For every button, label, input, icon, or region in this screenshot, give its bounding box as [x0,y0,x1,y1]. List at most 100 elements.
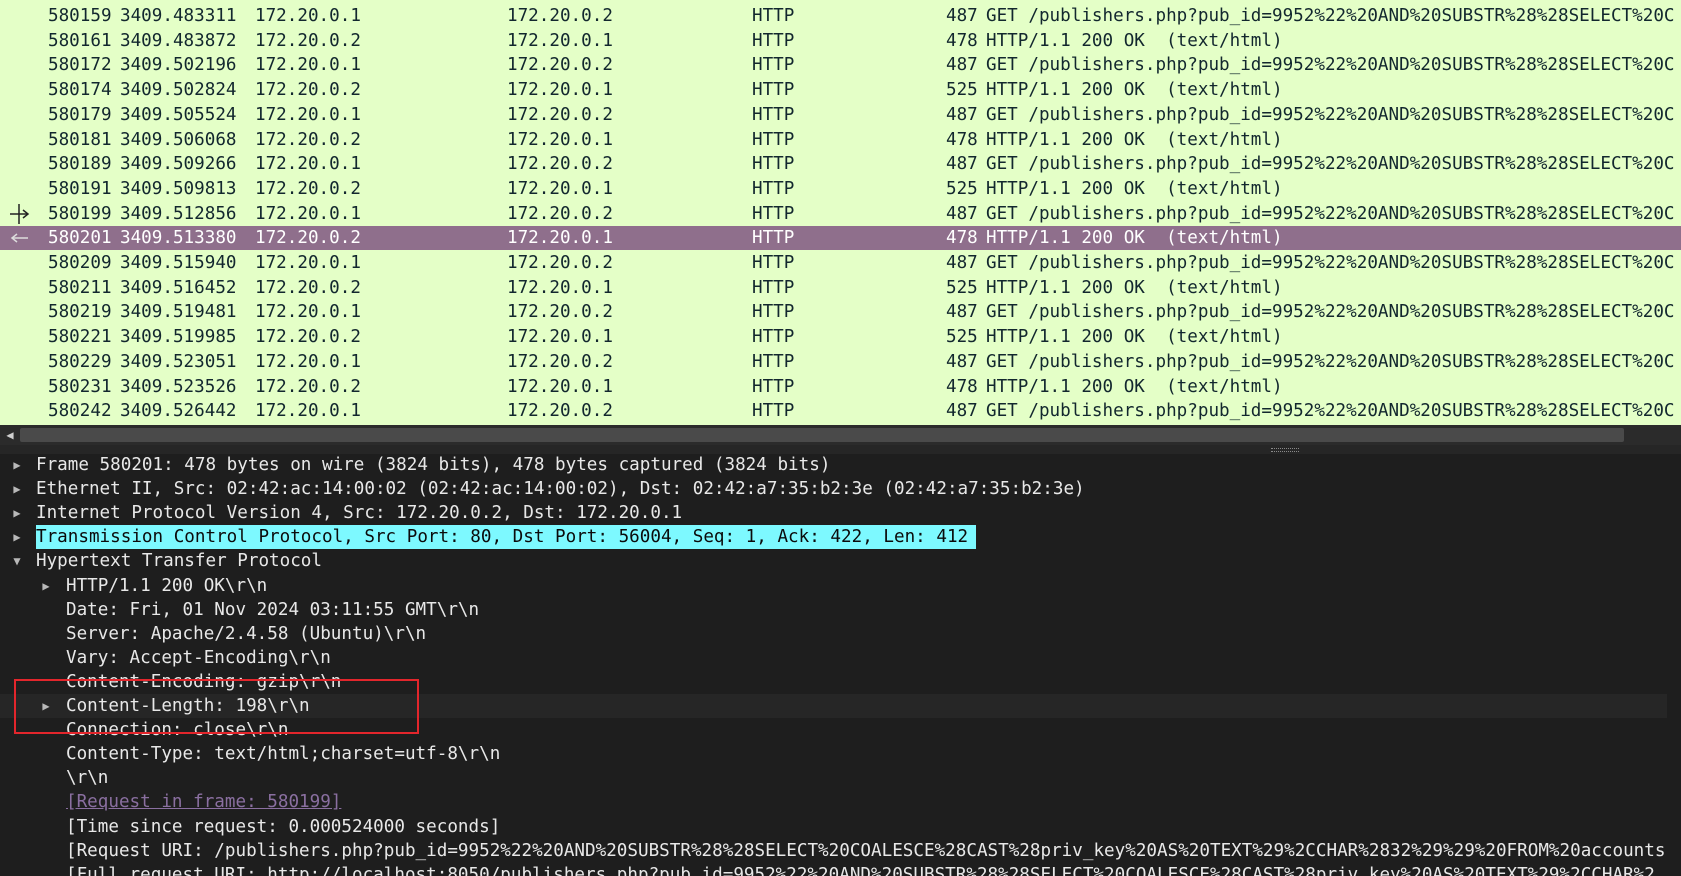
packet-row[interactable]: 580231 3409.523526 172.20.0.2 172.20.0.1 HTT… [0,375,1681,399]
packet-row[interactable]: 580189 3409.509266 172.20.0.1 172.20.0.2 HTT… [0,152,1681,176]
packet-cell-src: 172.20.0.1 [255,253,361,273]
packet-cell-src: 172.20.0.2 [255,178,361,199]
splitter-grip-icon[interactable] [1271,448,1299,452]
tree-item-label: Ethernet II, Src: 02:42:ac:14:00:02 (02:… [36,479,1085,500]
packet-cell-dst: 172.20.0.1 [507,30,613,51]
packet-cell-no: 580219 [48,302,112,323]
tree-item[interactable]: Date: Fri, 01 Nov 2024 03:11:55 GMT\r\n [0,598,1681,622]
packet-row[interactable]: 580161 3409.483872 172.20.0.2 172.20.0.1 HTT… [0,29,1681,53]
packet-cell-time: 3409.513380 [120,228,237,249]
packet-cell-dst: 172.20.0.1 [507,277,613,298]
packet-cell-proto: HTTP [752,228,795,249]
packet-cell-len: 478 [946,129,978,150]
packet-row[interactable]: 580172 3409.502196 172.20.0.1 172.20.0.2 HTT… [0,53,1681,77]
packet-cell-dst: 172.20.0.1 [507,228,613,249]
packet-row[interactable]: 580211 3409.516452 172.20.0.2 172.20.0.1 HTT… [0,276,1681,300]
scroll-left-arrow-icon[interactable]: ◀ [2,427,18,443]
packet-row[interactable]: 580221 3409.519985 172.20.0.2 172.20.0.1 HTT… [0,325,1681,349]
packet-cell-src: 172.20.0.1 [255,154,361,175]
tree-item-label: Date: Fri, 01 Nov 2024 03:11:55 GMT\r\n [66,599,480,620]
tree-item-label: [Time since request: 0.000524000 seconds… [66,816,501,837]
packet-row[interactable]: 580179 3409.505524 172.20.0.1 172.20.0.2 HTT… [0,103,1681,127]
packet-cell-no: 580181 [48,129,112,150]
tree-item-label: [Full request URI: http://localhost:8050… [66,864,1655,876]
tree-item[interactable]: ▶ Content-Length: 198\r\n [0,694,1681,718]
tree-item[interactable]: Connection: close\r\n [0,718,1681,742]
tree-item-label: Transmission Control Protocol, Src Port:… [36,525,977,550]
request-frame-link[interactable]: [Request in frame: 580199] [66,790,341,814]
tree-item[interactable]: \r\n [0,766,1681,790]
tree-item-label: Content-Type: text/html;charset=utf-8\r\… [66,744,501,765]
packet-list-horizontal-scrollbar[interactable]: ◀ [0,425,1681,445]
packet-cell-len: 525 [946,178,978,199]
tree-item[interactable]: ▼ Hypertext Transfer Protocol [0,549,1681,573]
expand-arrow-icon[interactable]: ▶ [9,501,25,525]
packet-cell-proto: HTTP [752,302,795,323]
packet-cell-len: 487 [946,203,978,224]
packet-cell-dst: 172.20.0.1 [507,80,613,101]
tree-item[interactable]: ▶ Frame 580201: 478 bytes on wire (3824 b… [0,454,1681,477]
tree-item[interactable]: ▶ Internet Protocol Version 4, Src: 172.2… [0,501,1681,525]
packet-cell-src: 172.20.0.1 [255,55,361,76]
packet-cell-no: 580209 [48,253,112,273]
packet-row[interactable]: 580242 3409.526442 172.20.0.1 172.20.0.2 HTT… [0,399,1681,423]
packet-row[interactable]: 580159 3409.483311 172.20.0.1 172.20.0.2 HTT… [0,4,1681,28]
tree-item-label: Server: Apache/2.4.58 (Ubuntu)\r\n [66,623,427,644]
packet-cell-proto: HTTP [752,154,795,175]
tree-item-label: [Request URI: /publishers.php?pub_id=995… [66,840,1666,861]
tree-item[interactable]: [Time since request: 0.000524000 seconds… [0,815,1681,839]
packet-cell-proto: HTTP [752,351,795,372]
expand-arrow-icon[interactable]: ▶ [38,694,54,718]
scrollbar-thumb[interactable] [20,428,1624,442]
tree-item-label: HTTP/1.1 200 OK\r\n [66,575,268,596]
tree-item[interactable]: Content-Type: text/html;charset=utf-8\r\… [0,742,1681,766]
details-vertical-scrollbar[interactable] [1667,454,1681,876]
packet-cell-len: 487 [946,6,978,26]
packet-row[interactable]: 580201 3409.513380 172.20.0.2 172.20.0.1 HTT… [0,226,1681,251]
packet-list[interactable]: 580159 3409.483311 172.20.0.1 172.20.0.2 HTT… [0,0,1681,425]
wireshark-window: 580159 3409.483311 172.20.0.1 172.20.0.2 HTT… [0,0,1681,876]
expand-arrow-icon[interactable]: ▶ [9,477,25,501]
packet-cell-len: 525 [946,327,978,348]
packet-cell-proto: HTTP [752,129,795,150]
expand-arrow-icon[interactable]: ▶ [9,454,25,477]
packet-cell-no: 580242 [48,401,112,422]
packet-row[interactable]: 580174 3409.502824 172.20.0.2 172.20.0.1 HTT… [0,78,1681,102]
packet-cell-proto: HTTP [752,6,795,26]
tree-item[interactable]: Content-Encoding: gzip\r\n [0,670,1681,694]
tree-item[interactable]: ▶ Transmission Control Protocol, Src Port… [0,525,1681,550]
pane-splitter[interactable] [0,445,1681,454]
tree-item[interactable]: Vary: Accept-Encoding\r\n [0,646,1681,670]
packet-cell-len: 487 [946,55,978,76]
packet-row[interactable]: 580181 3409.506068 172.20.0.2 172.20.0.1 HTT… [0,128,1681,152]
packet-cell-dst: 172.20.0.2 [507,154,613,175]
packet-cell-time: 3409.516452 [120,277,237,298]
packet-row[interactable]: 580209 3409.515940 172.20.0.1 172.20.0.2 HTT… [0,251,1681,275]
packet-row[interactable]: 580199 3409.512856 172.20.0.1 172.20.0.2 HTT… [0,202,1681,226]
tree-item[interactable]: ▶ Ethernet II, Src: 02:42:ac:14:00:02 (02… [0,477,1681,501]
collapse-arrow-icon[interactable]: ▼ [9,549,25,573]
packet-cell-time: 3409.509266 [120,154,237,175]
expand-arrow-icon[interactable]: ▶ [38,574,54,598]
expand-arrow-icon[interactable]: ▶ [9,525,25,549]
tree-item[interactable]: Server: Apache/2.4.58 (Ubuntu)\r\n [0,622,1681,646]
packet-cell-dst: 172.20.0.2 [507,351,613,372]
packet-details-tree[interactable]: ▶ Frame 580201: 478 bytes on wire (3824 b… [0,454,1681,876]
packet-cell-info: GET /publishers.php?pub_id=9952%22%20AND… [986,401,1675,422]
packet-cell-len: 525 [946,277,978,298]
packet-cell-len: 487 [946,351,978,372]
tree-item[interactable]: [Request in frame: 580199] [0,790,1681,814]
packet-cell-time: 3409.512856 [120,203,237,224]
packet-cell-time: 3409.526442 [120,401,237,422]
tree-item[interactable]: [Request URI: /publishers.php?pub_id=995… [0,839,1681,863]
packet-row[interactable]: 580229 3409.523051 172.20.0.1 172.20.0.2 HTT… [0,350,1681,374]
tree-item[interactable]: [Full request URI: http://localhost:8050… [0,863,1681,876]
packet-row[interactable]: 580191 3409.509813 172.20.0.2 172.20.0.1 HTT… [0,177,1681,201]
packet-cell-proto: HTTP [752,327,795,348]
packet-cell-len: 478 [946,30,978,51]
packet-row[interactable]: 580219 3409.519481 172.20.0.1 172.20.0.2 HTT… [0,300,1681,324]
packet-cell-proto: HTTP [752,104,795,125]
tree-item[interactable]: ▶ HTTP/1.1 200 OK\r\n [0,574,1681,598]
